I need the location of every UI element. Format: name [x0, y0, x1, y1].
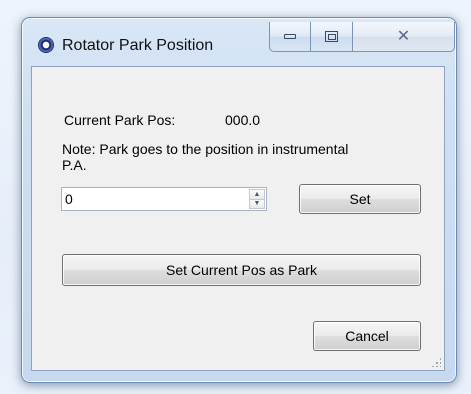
resize-grip-icon[interactable] — [431, 357, 441, 367]
title-bar[interactable]: Rotator Park Position ✕ — [22, 18, 456, 58]
rotator-park-position-window: Rotator Park Position ✕ Current Park Pos… — [21, 17, 457, 383]
maximize-button[interactable] — [311, 22, 353, 52]
minimize-icon — [284, 34, 296, 39]
minimize-button[interactable] — [269, 22, 311, 52]
park-note: Note: Park goes to the position in instr… — [62, 141, 349, 173]
close-icon: ✕ — [396, 27, 411, 45]
park-position-input[interactable]: 0 — [65, 191, 73, 207]
rotator-app-icon[interactable] — [39, 38, 53, 52]
set-button[interactable]: Set — [299, 184, 421, 214]
cancel-button[interactable]: Cancel — [313, 321, 421, 351]
caption-buttons: ✕ — [269, 22, 455, 52]
set-current-pos-as-park-button[interactable]: Set Current Pos as Park — [62, 254, 421, 286]
spin-down-icon[interactable]: ▼ — [249, 198, 265, 209]
park-position-spinner[interactable]: 0 ▲ ▼ — [61, 187, 267, 211]
window-title: Rotator Park Position — [62, 37, 214, 54]
spinner-buttons: ▲ ▼ — [249, 189, 265, 209]
current-park-value: 000.0 — [225, 112, 261, 128]
spin-up-icon[interactable]: ▲ — [249, 189, 265, 199]
dialog-client-area: Current Park Pos: 000.0 Note: Park goes … — [31, 66, 445, 371]
close-button[interactable]: ✕ — [353, 22, 455, 52]
maximize-icon — [325, 31, 338, 42]
desktop-background: Rotator Park Position ✕ Current Park Pos… — [0, 0, 471, 394]
current-park-label: Current Park Pos: — [64, 112, 176, 128]
